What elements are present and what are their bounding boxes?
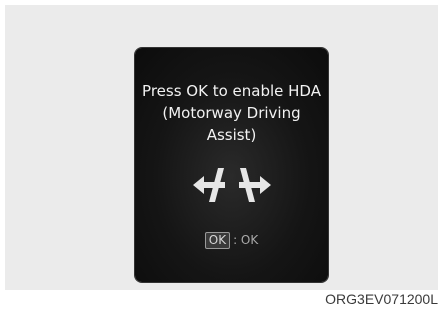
figure-background: Press OK to enable HDA (Motorway Driving… bbox=[5, 5, 438, 290]
hda-lane-change-arrows-icon bbox=[193, 168, 271, 202]
hda-prompt-message: Press OK to enable HDA (Motorway Driving… bbox=[142, 82, 321, 144]
ok-key-badge[interactable]: OK bbox=[204, 232, 231, 249]
figure-code-label: ORG3EV071200L bbox=[325, 291, 438, 307]
ok-hint: OK: OK bbox=[135, 232, 328, 249]
hda-prompt-panel: Press OK to enable HDA (Motorway Driving… bbox=[135, 48, 328, 282]
ok-hint-text: : OK bbox=[233, 233, 259, 247]
